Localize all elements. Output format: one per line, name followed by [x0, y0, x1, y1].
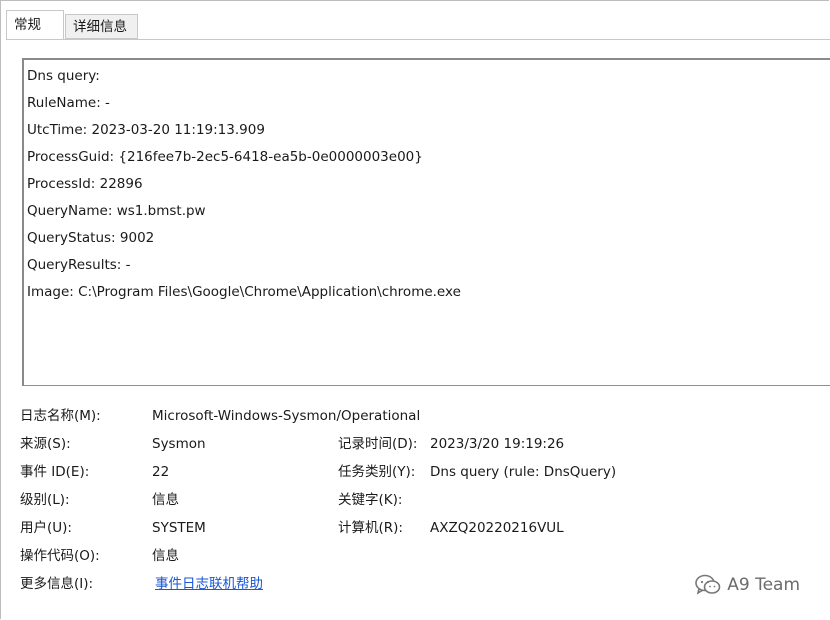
task-category-label: 任务类别(Y): [338, 464, 416, 480]
detail-line: ProcessId: 22896 [27, 176, 143, 192]
keywords-label: 关键字(K): [338, 492, 403, 508]
log-name-label: 日志名称(M): [20, 408, 101, 424]
watermark-text: A9 Team [727, 575, 800, 595]
wechat-icon [695, 574, 721, 595]
user-label: 用户(U): [20, 520, 72, 536]
detail-line: RuleName: - [27, 95, 110, 111]
computer-label: 计算机(R): [338, 520, 403, 536]
level-value: 信息 [152, 492, 179, 508]
logged-value: 2023/3/20 19:19:26 [430, 436, 565, 452]
detail-line: Image: C:\Program Files\Google\Chrome\Ap… [27, 284, 461, 300]
detail-line: Dns query: [27, 68, 100, 84]
online-help-link[interactable]: 事件日志联机帮助 [155, 574, 263, 594]
user-value: SYSTEM [152, 520, 206, 536]
task-category-value: Dns query (rule: DnsQuery) [430, 464, 617, 480]
detail-line: UtcTime: 2023-03-20 11:19:13.909 [27, 122, 265, 138]
event-id-value: 22 [152, 464, 170, 480]
more-info-label: 更多信息(I): [20, 576, 94, 592]
source-label: 来源(S): [20, 436, 71, 452]
tab-general[interactable]: 常规 [6, 10, 64, 39]
event-description-box[interactable]: Dns query: RuleName: - UtcTime: 2023-03-… [22, 58, 830, 386]
detail-line: QueryResults: - [27, 257, 131, 273]
opcode-value: 信息 [152, 548, 179, 564]
detail-line: ProcessGuid: {216fee7b-2ec5-6418-ea5b-0e… [27, 149, 423, 165]
tab-divider [6, 39, 830, 40]
watermark: A9 Team [695, 574, 800, 596]
opcode-label: 操作代码(O): [20, 548, 100, 564]
level-label: 级别(L): [20, 492, 70, 508]
logged-label: 记录时间(D): [338, 436, 418, 452]
tab-details[interactable]: 详细信息 [65, 14, 138, 39]
source-value: Sysmon [152, 436, 206, 452]
online-help-link-text[interactable]: 事件日志联机帮助 [155, 576, 263, 592]
event-id-label: 事件 ID(E): [20, 464, 90, 480]
computer-value: AXZQ20220216VUL [430, 520, 564, 536]
log-name-value: Microsoft-Windows-Sysmon/Operational [152, 408, 421, 424]
detail-line: QueryName: ws1.bmst.pw [27, 203, 206, 219]
detail-line: QueryStatus: 9002 [27, 230, 155, 246]
